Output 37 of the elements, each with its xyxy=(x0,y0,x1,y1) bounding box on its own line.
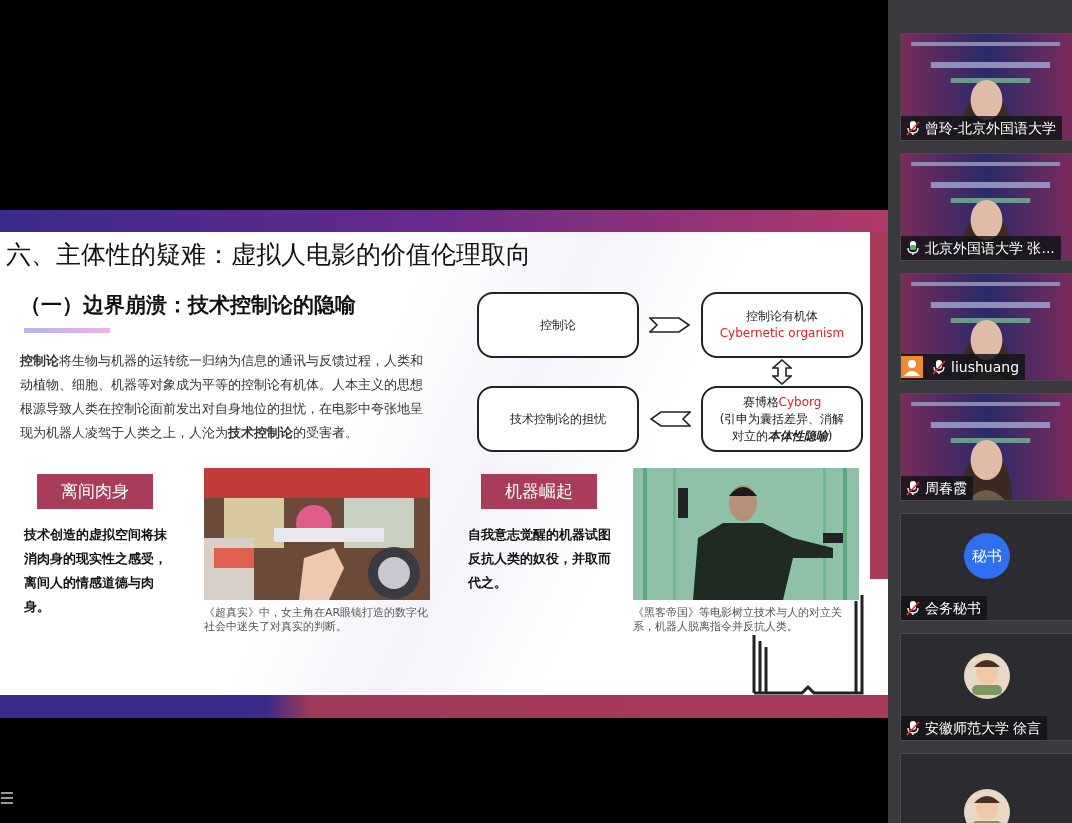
participant-name: liushuang xyxy=(951,358,1020,377)
section-heading: （一）边界崩溃：技术控制论的隐喻 xyxy=(20,292,357,319)
left-arrow-icon xyxy=(649,410,691,428)
muted-mic-icon[interactable] xyxy=(905,600,921,616)
participant-tile[interactable]: 周春霞 xyxy=(900,393,1072,501)
section-text: 自我意志觉醒的机器试图反抗人类的奴役，并取而代之。 xyxy=(468,526,612,592)
participant-tile[interactable]: liushuang xyxy=(900,273,1072,381)
participant-name: 安徽师范大学 徐言 xyxy=(925,719,1042,738)
participant-name: 会务秘书 xyxy=(925,599,981,618)
diagram-node: 赛博格Cyborg (引申为囊括差异、消解 对立的本体性隐喻) xyxy=(701,386,863,452)
section-label: 机器崛起 xyxy=(481,474,597,509)
participant-tile[interactable]: 安徽师范大学 徐言 xyxy=(900,633,1072,741)
body-paragraph: 控制论将生物与机器的运转统一归纳为信息的通讯与反馈过程，人类和动植物、细胞、机器等对象成为平等的控制论有机体。人本主义的思想根源导致人类在控制论面前发出对自身地位的担忧，在电影中夸张地呈现为机器人凌驾于人类之上，人沦为技术控制论的受害者。 xyxy=(20,352,424,442)
diagram-node: 技术控制论的担忧 xyxy=(477,386,639,452)
participant-name: 北京外国语大学 张... xyxy=(925,239,1055,258)
participant-name: 周春霞 xyxy=(925,479,967,498)
participant-tile[interactable]: 曾玲-北京外国语大学 xyxy=(900,33,1072,141)
section-text: 技术创造的虚拟空间将抹消肉身的现实性之感受，离间人的情感道德与肉身。 xyxy=(24,526,168,616)
picture-caption: 《超真实》中，女主角在AR眼镜打造的数字化社会中迷失了对真实的判断。 xyxy=(204,606,430,634)
muted-mic-icon[interactable] xyxy=(905,480,921,496)
diagram-node: 控制论 xyxy=(477,292,639,358)
person-icon xyxy=(901,356,923,378)
diagram-node: 控制论有机体 Cybernetic organism xyxy=(701,292,863,358)
section-label: 离间肉身 xyxy=(37,474,153,509)
participant-tile[interactable]: 北京外国语大学 张... xyxy=(900,153,1072,261)
muted-mic-icon[interactable] xyxy=(931,359,947,375)
participant-tile[interactable]: 秘书 会务秘书 xyxy=(900,513,1072,621)
mic-icon[interactable] xyxy=(905,240,921,256)
muted-mic-icon[interactable] xyxy=(905,720,921,736)
avatar-initials: 秘书 xyxy=(963,533,1010,579)
menu-icon[interactable] xyxy=(0,791,14,805)
muted-mic-icon[interactable] xyxy=(905,120,921,136)
double-arrow-icon xyxy=(772,359,792,385)
slide-title: 六、主体性的疑难：虚拟人电影的价值伦理取向 xyxy=(6,239,532,271)
right-arrow-icon xyxy=(649,316,691,334)
participant-name: 曾玲-北京外国语大学 xyxy=(925,119,1057,138)
picture-caption: 《黑客帝国》等电影树立技术与人的对立关系，机器人脱离指令并反抗人类。 xyxy=(633,606,843,634)
